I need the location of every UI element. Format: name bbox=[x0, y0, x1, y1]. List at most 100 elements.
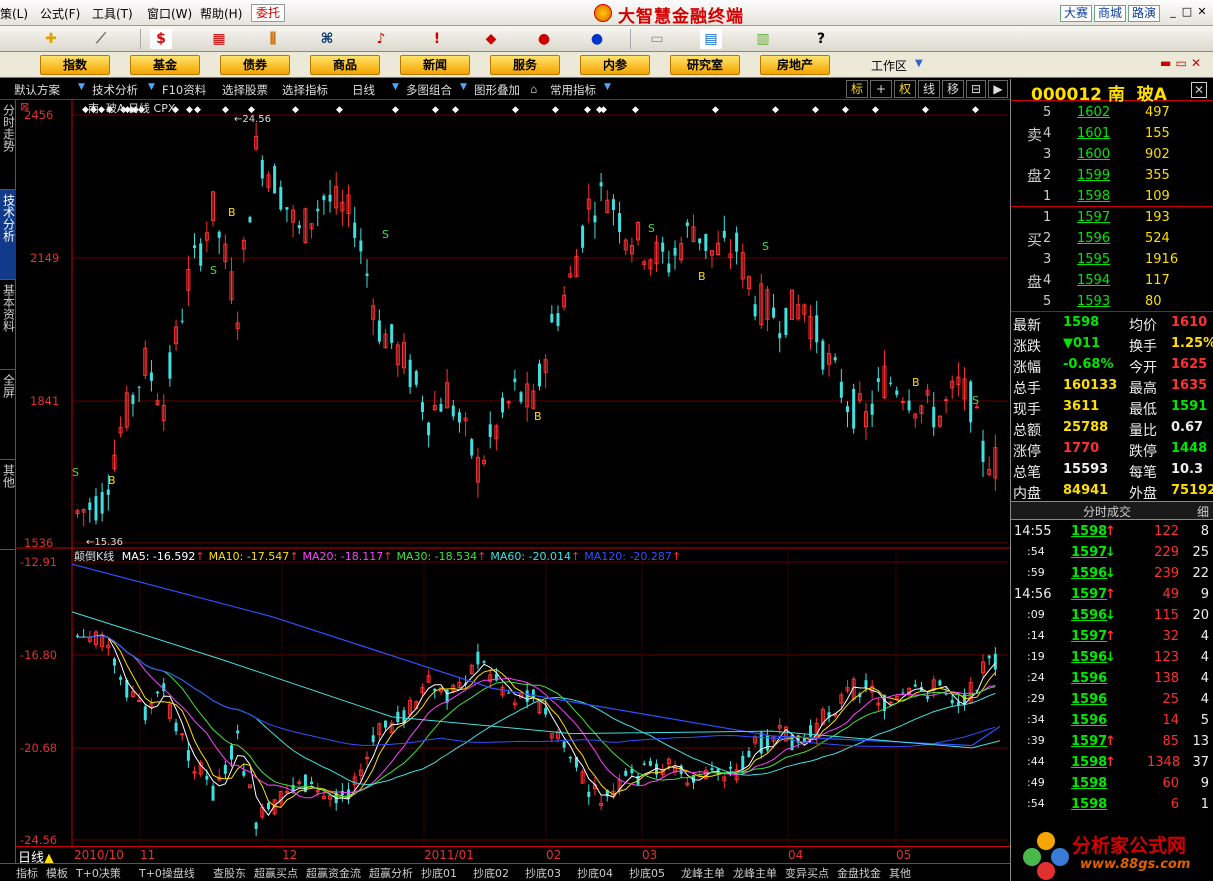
indicator-tab[interactable]: 抄底03 bbox=[525, 865, 561, 881]
bid-row[interactable]: 2 1596 524 bbox=[1011, 229, 1213, 250]
chart-icon[interactable]: ▦ bbox=[208, 29, 230, 49]
cat-realestate[interactable]: 房地产 bbox=[760, 55, 830, 75]
ask-row[interactable]: 5 1602 497 bbox=[1011, 103, 1213, 124]
crosshair-button[interactable]: + bbox=[870, 80, 892, 98]
lock-icon[interactable]: ⌂ bbox=[530, 82, 537, 96]
mdi-controls[interactable]: ▬ ▭ ✕ bbox=[1160, 56, 1201, 70]
indicator-tab[interactable]: 其他 bbox=[889, 865, 911, 881]
alarm-icon[interactable]: ♪ bbox=[370, 29, 392, 49]
dropdown-icon[interactable]: ▼ bbox=[604, 82, 611, 92]
tab-technical[interactable]: 技术分析 bbox=[0, 190, 16, 280]
indicator-tab[interactable]: 金盘找金 bbox=[837, 865, 881, 881]
select-indicator[interactable]: 选择指标 bbox=[282, 82, 328, 98]
indicator-legend: 颠倒K线 MA5: -16.592↑ MA10: -17.547↑ MA20: -1… bbox=[74, 548, 681, 564]
indicator-tab[interactable]: T+0操盘线 bbox=[139, 865, 195, 881]
bid-row[interactable]: 3 1595 1916 bbox=[1011, 250, 1213, 271]
ask-row[interactable]: 1 1598 109 bbox=[1011, 187, 1213, 208]
cat-commodity[interactable]: 商品 bbox=[310, 55, 380, 75]
ask-row[interactable]: 3 1600 902 bbox=[1011, 145, 1213, 166]
tech-analysis[interactable]: 技术分析 bbox=[92, 82, 138, 98]
chart-menu-icon[interactable]: ⊠ bbox=[20, 100, 29, 113]
ball-blue-icon[interactable]: ● bbox=[586, 29, 608, 49]
indicator-tab[interactable]: 龙峰主单 bbox=[733, 865, 777, 881]
ruler-icon[interactable]: ⟋ bbox=[90, 29, 112, 49]
books-icon[interactable]: ▥ bbox=[752, 29, 774, 49]
workarea-dropdown-icon[interactable]: ▼ bbox=[915, 58, 923, 69]
help-cursor-icon[interactable]: ? bbox=[810, 29, 832, 49]
detail-tab[interactable]: 细 bbox=[1197, 503, 1209, 520]
cat-news[interactable]: 新闻 bbox=[400, 55, 470, 75]
crosshair-icon[interactable]: ✚ bbox=[40, 29, 62, 49]
news-icon[interactable]: ! bbox=[426, 29, 448, 49]
indicator-tab[interactable]: 模板 bbox=[46, 865, 68, 881]
overlay[interactable]: 图形叠加 bbox=[474, 82, 520, 98]
indicator-tab[interactable]: 抄底04 bbox=[577, 865, 613, 881]
window-icon[interactable]: ▤ bbox=[700, 29, 722, 49]
zoom-icon[interactable]: ⊟ bbox=[966, 80, 986, 98]
dropdown-icon[interactable]: ▼ bbox=[148, 82, 155, 92]
cat-bond[interactable]: 债券 bbox=[220, 55, 290, 75]
mark-button[interactable]: 标 bbox=[846, 80, 868, 98]
cat-index[interactable]: 指数 bbox=[40, 55, 110, 75]
tab-other[interactable]: 其他 bbox=[0, 460, 16, 550]
next-icon[interactable]: ▶ bbox=[988, 80, 1008, 98]
ask-row[interactable]: 2 1599 355 bbox=[1011, 166, 1213, 187]
menu-help[interactable]: 帮助(H) bbox=[200, 5, 242, 22]
minimize-icon[interactable]: _ bbox=[1166, 6, 1180, 20]
dropdown-icon[interactable]: ▼ bbox=[460, 82, 467, 92]
folder-icon[interactable]: ▭ bbox=[646, 29, 668, 49]
cat-insider[interactable]: 内参 bbox=[580, 55, 650, 75]
weituo-button[interactable]: 委托 bbox=[251, 4, 285, 22]
select-stock[interactable]: 选择股票 bbox=[222, 82, 268, 98]
indicator-tab[interactable]: 指标 bbox=[16, 865, 38, 881]
maximize-icon[interactable]: □ bbox=[1180, 6, 1194, 20]
indicator-tab[interactable]: 抄底02 bbox=[473, 865, 509, 881]
close-icon[interactable]: ✕ bbox=[1195, 6, 1209, 20]
bid-row[interactable]: 1 1597 193 bbox=[1011, 208, 1213, 229]
cat-fund[interactable]: 基金 bbox=[130, 55, 200, 75]
multi-chart[interactable]: 多图组合 bbox=[406, 82, 452, 98]
kline-chart[interactable]: ◆◆◆◆◆◆◆◆◆◆◆◆◆◆◆◆◆◆◆◆◆◆◆◆◆◆◆◆◆◆◆◆◆SBSBSBS… bbox=[16, 100, 1010, 847]
menu-window[interactable]: 窗口(W) bbox=[147, 5, 192, 22]
common-indicators[interactable]: 常用指标 bbox=[550, 82, 596, 98]
dropdown-icon[interactable]: ▼ bbox=[78, 82, 85, 92]
tab-intraday[interactable]: 分时走势 bbox=[0, 100, 16, 190]
workarea-label[interactable]: 工作区 bbox=[871, 57, 907, 74]
f10-info[interactable]: F10资料 bbox=[162, 82, 206, 98]
indicator-tab[interactable]: 超赢资金流 bbox=[306, 865, 361, 881]
move-button[interactable]: 移 bbox=[942, 80, 964, 98]
default-scheme[interactable]: 默认方案 bbox=[14, 82, 60, 98]
bid-row[interactable]: 4 1594 117 bbox=[1011, 271, 1213, 292]
indicator-tab[interactable]: 抄底01 bbox=[421, 865, 457, 881]
tab-fundamentals[interactable]: 基本资料 bbox=[0, 280, 16, 370]
cat-research[interactable]: 研究室 bbox=[670, 55, 740, 75]
close-icon[interactable]: ✕ bbox=[1191, 82, 1207, 98]
period-daily[interactable]: 日线 bbox=[352, 82, 375, 98]
indicator-tab[interactable]: 超赢分析 bbox=[369, 865, 413, 881]
mall-button[interactable]: 商城 bbox=[1094, 5, 1127, 22]
indicator-tab[interactable]: 变异买点 bbox=[785, 865, 829, 881]
indicator-tab[interactable]: 超赢买点 bbox=[254, 865, 298, 881]
contest-button[interactable]: 大赛 bbox=[1060, 5, 1093, 22]
dollar-icon[interactable]: $ bbox=[150, 29, 172, 49]
menu-formula[interactable]: 公式(F) bbox=[40, 5, 80, 22]
tab-fullscreen[interactable]: 全屏 bbox=[0, 370, 16, 460]
indicator-tab[interactable]: T+0决策 bbox=[76, 865, 121, 881]
ask-row[interactable]: 4 1601 155 bbox=[1011, 124, 1213, 145]
indicator-tab[interactable]: 查股东 bbox=[213, 865, 246, 881]
chart-canvas[interactable]: ◆◆◆◆◆◆◆◆◆◆◆◆◆◆◆◆◆◆◆◆◆◆◆◆◆◆◆◆◆◆◆◆◆SBSBSBS… bbox=[16, 100, 1010, 846]
bars-icon[interactable]: ⫼ bbox=[262, 29, 284, 49]
indicator-tab[interactable]: 抄底05 bbox=[629, 865, 665, 881]
rights-button[interactable]: 权 bbox=[894, 80, 916, 98]
dropdown-icon[interactable]: ▼ bbox=[392, 82, 399, 92]
menu-tools[interactable]: 工具(T) bbox=[92, 5, 133, 22]
binoculars-icon[interactable]: ⌘ bbox=[316, 29, 338, 49]
cat-service[interactable]: 服务 bbox=[490, 55, 560, 75]
line-button[interactable]: 线 bbox=[918, 80, 940, 98]
diamond-icon[interactable]: ◆ bbox=[480, 29, 502, 49]
indicator-tab[interactable]: 龙峰主单 bbox=[681, 865, 725, 881]
roadshow-button[interactable]: 路演 bbox=[1128, 5, 1161, 22]
bid-row[interactable]: 5 1593 80 bbox=[1011, 292, 1213, 313]
menu-strategy[interactable]: 策(L) bbox=[0, 5, 28, 22]
ball-red-icon[interactable]: ● bbox=[533, 29, 555, 49]
